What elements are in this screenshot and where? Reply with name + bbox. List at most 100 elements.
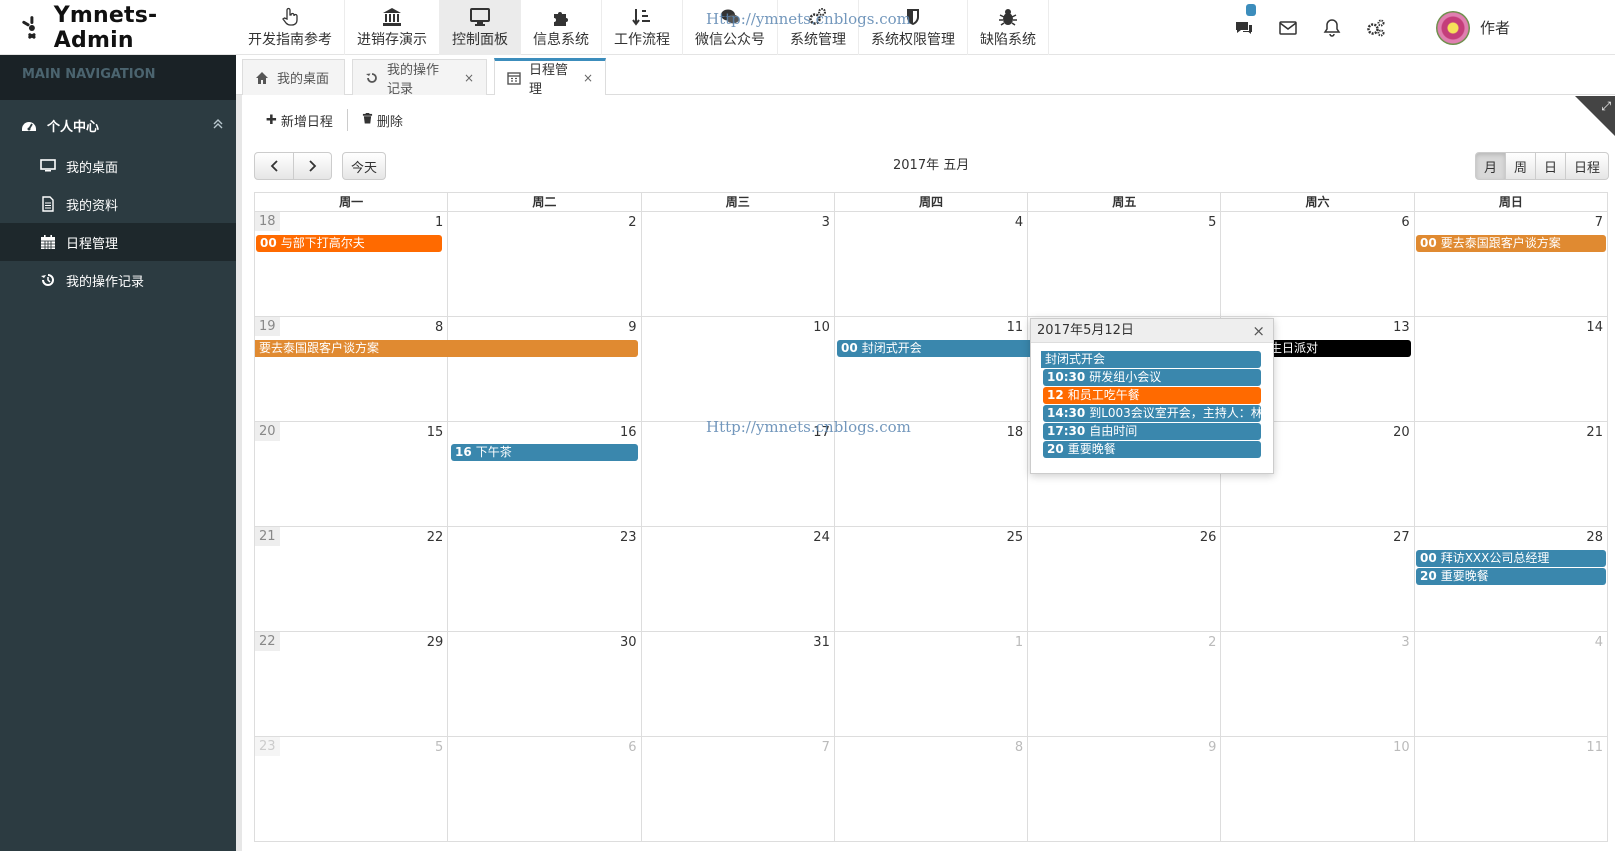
tab-close-button[interactable]: ×	[464, 71, 474, 85]
topnav-workflow[interactable]: 工作流程	[602, 0, 683, 55]
trash-icon	[362, 112, 373, 128]
calendar-day-cell[interactable]: 31	[642, 632, 835, 736]
topnav-wechat[interactable]: 微信公众号	[683, 0, 778, 55]
calendar-day-cell[interactable]: 17	[642, 422, 835, 526]
user-name: 作者	[1479, 19, 1510, 37]
popover-event[interactable]: 封闭式开会	[1041, 351, 1261, 368]
calendar-day-cell[interactable]: 6	[1221, 212, 1415, 316]
calendar-day-cell[interactable]: 18	[835, 422, 1029, 526]
view-month-button[interactable]: 月	[1475, 152, 1507, 180]
prev-month-button[interactable]	[254, 152, 294, 180]
day-number: 6	[1401, 215, 1410, 230]
calendar-day-cell[interactable]: 10	[642, 317, 835, 421]
messages-badge	[1245, 4, 1256, 16]
sidebar-item-my-profile[interactable]: 我的资料	[0, 185, 236, 223]
next-month-button[interactable]	[294, 152, 332, 180]
topnav-system-admin[interactable]: 系统管理	[778, 0, 859, 55]
day-number: 30	[620, 635, 637, 650]
calendar-day-cell[interactable]: 30	[448, 632, 642, 736]
sidebar-item-schedule[interactable]: 日程管理	[0, 223, 236, 261]
messages-button[interactable]	[1222, 0, 1266, 55]
user-menu[interactable]: 作者	[1398, 0, 1615, 55]
calendar-day-cell[interactable]: 7	[642, 737, 835, 842]
view-day-button[interactable]: 日	[1536, 152, 1567, 180]
calendar-day-cell[interactable]: 10	[1221, 737, 1415, 842]
calendar-day-cell[interactable]: 23	[448, 527, 642, 631]
calendar-event[interactable]: 00 拜访XXX公司总经理	[1416, 550, 1606, 567]
calendar-day-cell[interactable]: 24	[642, 527, 835, 631]
popover-event[interactable]: 14:30 到L003会议室开会，主持人：林	[1043, 405, 1261, 422]
calendar-day-cell[interactable]: 5	[1028, 212, 1222, 316]
tab-close-button[interactable]: ×	[583, 71, 593, 85]
calendar-day-cell[interactable]: 20 15	[255, 422, 449, 526]
calendar-day-cell[interactable]: 21	[1415, 422, 1607, 526]
history-icon	[365, 71, 379, 85]
fullscreen-toggle[interactable]	[1575, 96, 1615, 136]
settings-button[interactable]	[1354, 0, 1398, 55]
day-number: 2	[628, 215, 637, 230]
calendar-day-cell[interactable]: 23 5	[255, 737, 449, 842]
mail-button[interactable]	[1266, 0, 1310, 55]
calendar-event[interactable]: 00 要去泰国跟客户谈方案	[1416, 235, 1606, 252]
tab-my-desktop[interactable]: 我的桌面	[242, 59, 345, 95]
calendar-event[interactable]: 生日派对	[1266, 340, 1411, 357]
calendar-day-cell[interactable]: 7	[1415, 212, 1607, 316]
close-button[interactable]: ×	[1252, 319, 1265, 343]
day-number: 18	[1006, 425, 1024, 440]
topnav-dev-guide[interactable]: 开发指南参考	[236, 0, 345, 55]
calendar-day-cell[interactable]: 11	[835, 317, 1029, 421]
topnav-control-panel[interactable]: 控制面板	[440, 0, 521, 55]
calendar-day-cell[interactable]: 11	[1415, 737, 1607, 842]
sidebar-item-my-desktop[interactable]: 我的桌面	[0, 147, 236, 185]
calendar-day-cell[interactable]: 22 29	[255, 632, 449, 736]
chevron-right-icon	[308, 160, 316, 172]
calendar-day-cell[interactable]: 16	[448, 422, 642, 526]
calendar-event[interactable]: 00 与部下打高尔夫	[256, 235, 442, 252]
calendar-day-cell[interactable]: 9	[448, 317, 642, 421]
topnav-bug-system[interactable]: 缺陷系统	[968, 0, 1049, 55]
popover-event[interactable]: 20 重要晚餐	[1043, 441, 1261, 458]
topnav-permissions[interactable]: 系统权限管理	[859, 0, 968, 55]
add-schedule-button[interactable]: ✚ 新增日程	[260, 111, 339, 130]
view-agenda-button[interactable]: 日程	[1566, 152, 1610, 180]
calendar-day-cell[interactable]: 3	[1221, 632, 1415, 736]
calendar-day-cell[interactable]: 25	[835, 527, 1029, 631]
topnav-info-system[interactable]: 信息系统	[521, 0, 602, 55]
today-button[interactable]: 今天	[342, 152, 386, 180]
calendar-day-cell[interactable]: 1	[835, 632, 1029, 736]
topnav-inventory[interactable]: 进销存演示	[345, 0, 440, 55]
calendar-day-cell[interactable]: 26	[1028, 527, 1222, 631]
tab-operation-log[interactable]: 我的操作记录 ×	[352, 59, 487, 97]
logo[interactable]: Ymnets-Admin	[0, 0, 236, 55]
calendar-day-cell[interactable]: 19 8	[255, 317, 449, 421]
calendar-day-cell[interactable]: 27	[1221, 527, 1415, 631]
calendar-body: 1812345671989101112131420151617181920212…	[255, 212, 1607, 842]
calendar-day-cell[interactable]: 18 1	[255, 212, 449, 316]
calendar-day-cell[interactable]: 14	[1415, 317, 1607, 421]
calendar-day-cell[interactable]: 4	[1415, 632, 1607, 736]
view-week-button[interactable]: 周	[1506, 152, 1537, 180]
tab-schedule[interactable]: 日程管理 ×	[494, 58, 606, 97]
calendar-day-cell[interactable]: 2	[1028, 632, 1222, 736]
popover-event[interactable]: 17:30 自由时间	[1043, 423, 1261, 440]
day-number: 17	[813, 425, 830, 440]
sidebar-group-personal-center[interactable]: 个人中心	[0, 104, 236, 147]
notifications-button[interactable]	[1310, 0, 1354, 55]
calendar-day-cell[interactable]: 21 22	[255, 527, 449, 631]
calendar-day-cell[interactable]: 4	[835, 212, 1029, 316]
toolbar-divider	[346, 109, 348, 131]
popover-event[interactable]: 10:30 研发组小会议	[1043, 369, 1261, 386]
calendar-day-cell[interactable]: 9	[1028, 737, 1222, 842]
calendar-event[interactable]: 16 下午茶	[451, 444, 638, 461]
calendar-event[interactable]: 20 重要晚餐	[1416, 568, 1606, 585]
calendar-day-cell[interactable]: 3	[642, 212, 835, 316]
sidebar-item-operation-log[interactable]: 我的操作记录	[0, 261, 236, 299]
calendar-day-cell[interactable]: 8	[835, 737, 1029, 842]
popover-event[interactable]: 12 和员工吃午餐	[1043, 387, 1261, 404]
calendar-event[interactable]: 要去泰国跟客户谈方案	[255, 340, 638, 357]
day-number: 27	[1393, 530, 1410, 545]
calendar-event[interactable]: 00 封闭式开会	[837, 340, 1030, 357]
calendar-day-cell[interactable]: 6	[448, 737, 642, 842]
delete-button[interactable]: 删除	[356, 111, 409, 130]
calendar-day-cell[interactable]: 2	[448, 212, 642, 316]
